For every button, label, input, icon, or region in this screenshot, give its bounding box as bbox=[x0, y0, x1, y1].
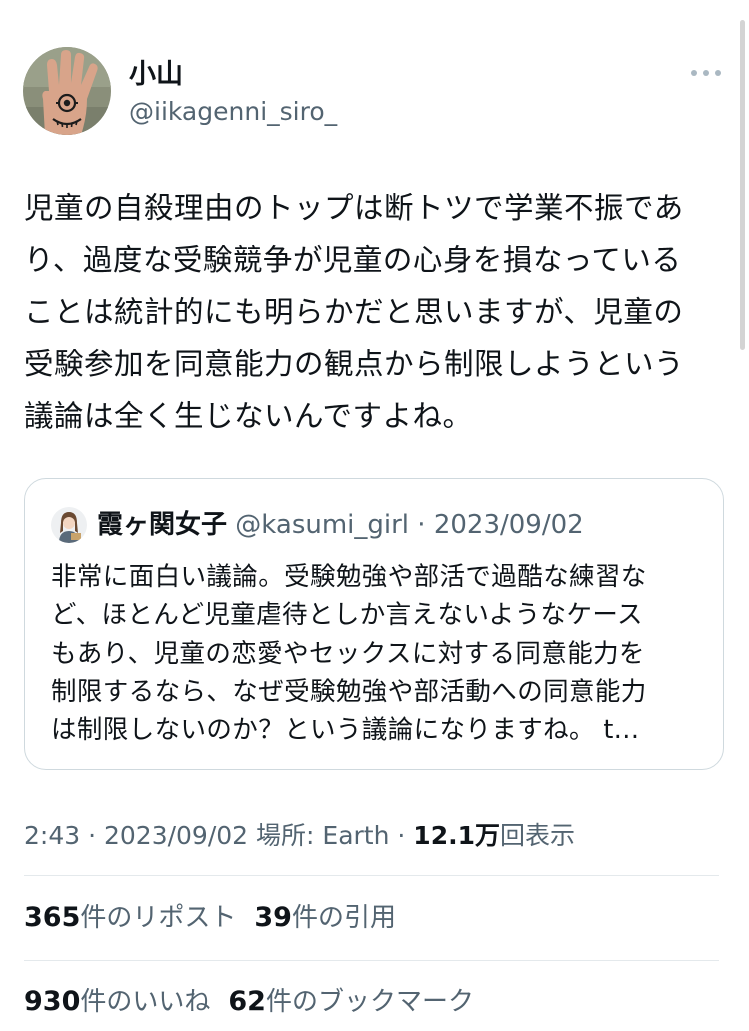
views-count: 12.1万 bbox=[413, 821, 500, 850]
divider bbox=[24, 960, 719, 961]
stats-row-reposts: 365件のリポスト 39件の引用 bbox=[24, 900, 414, 936]
quotes-stat[interactable]: 39件の引用 bbox=[254, 900, 396, 936]
divider bbox=[24, 875, 719, 876]
more-dots-icon bbox=[703, 70, 709, 76]
tweet-location: 場所: Earth bbox=[256, 821, 390, 850]
quote-tweet-card[interactable]: 霞ヶ関女子 @kasumi_girl · 2023/09/02 非常に面白い議論… bbox=[24, 478, 724, 770]
quote-text: 非常に面白い議論。受験勉強や部活で過酷な練習な ど、ほとんど児童虐待としか言えな… bbox=[51, 562, 647, 746]
tweet-meta: 2:43 · 2023/09/02 場所: Earth · 12.1万回表示 bbox=[24, 818, 575, 854]
reposts-count: 365 bbox=[24, 902, 81, 933]
girl-character-avatar-icon bbox=[51, 507, 87, 543]
quote-display-name[interactable]: 霞ヶ関女子 bbox=[97, 510, 227, 540]
views-label: 回表示 bbox=[499, 821, 575, 850]
quotes-count: 39 bbox=[254, 902, 292, 933]
quote-author-avatar[interactable] bbox=[51, 507, 87, 543]
tweet-text: 児童の自殺理由のトップは断トツで学業不振であ り、過度な受験競争が児童の心身を損… bbox=[24, 191, 685, 433]
bookmarks-count: 62 bbox=[228, 986, 266, 1017]
stats-row-likes: 930件のいいね 62件のブックマーク bbox=[24, 984, 492, 1020]
bookmarks-stat[interactable]: 62件のブックマーク bbox=[228, 984, 474, 1020]
hand-with-eye-avatar-icon bbox=[23, 47, 111, 135]
author-handle[interactable]: @iikagenni_siro_ bbox=[129, 96, 337, 128]
author-avatar[interactable] bbox=[23, 47, 111, 135]
quote-handle[interactable]: @kasumi_girl bbox=[235, 510, 409, 540]
quote-separator: · bbox=[409, 510, 434, 540]
reposts-label: 件のリポスト bbox=[80, 903, 237, 933]
more-dots-icon bbox=[691, 70, 697, 76]
likes-count: 930 bbox=[24, 986, 81, 1017]
tweet-timestamp[interactable]: 2:43 · 2023/09/02 bbox=[24, 821, 256, 850]
quote-header: 霞ヶ関女子 @kasumi_girl · 2023/09/02 bbox=[97, 507, 584, 543]
likes-stat[interactable]: 930件のいいね bbox=[24, 984, 210, 1020]
bookmarks-label: 件のブックマーク bbox=[265, 987, 474, 1017]
more-dots-icon bbox=[715, 70, 721, 76]
meta-separator: · bbox=[389, 821, 414, 850]
author-display-name[interactable]: 小山 bbox=[129, 58, 183, 92]
quotes-label: 件の引用 bbox=[291, 903, 396, 933]
likes-label: 件のいいね bbox=[80, 987, 211, 1017]
quote-date[interactable]: 2023/09/02 bbox=[434, 510, 584, 540]
more-options-button[interactable] bbox=[691, 62, 721, 84]
scrollbar[interactable] bbox=[740, 20, 745, 350]
reposts-stat[interactable]: 365件のリポスト bbox=[24, 900, 236, 936]
